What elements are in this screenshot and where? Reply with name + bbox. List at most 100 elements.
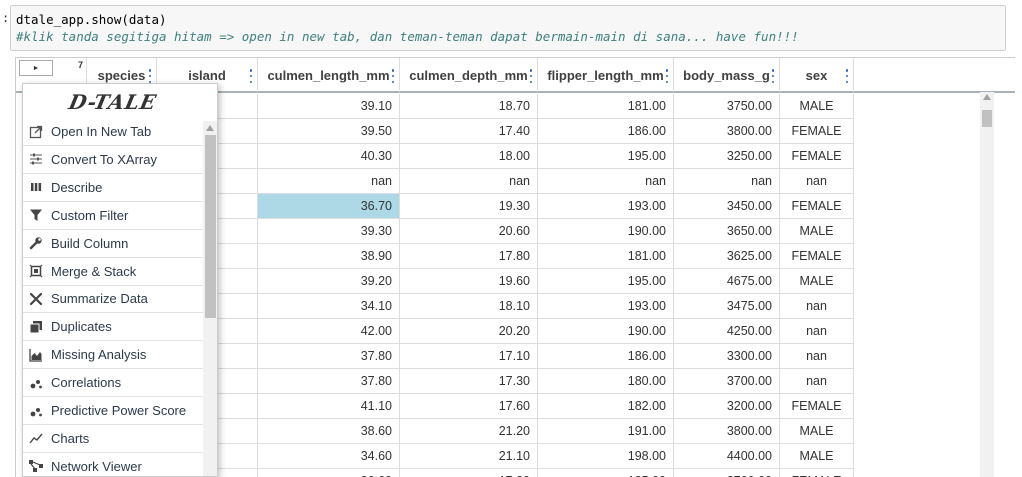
cell-flipper-length-mm[interactable]: 181.00 — [538, 244, 674, 269]
menu-item-missing-analysis[interactable]: Missing Analysis — [23, 341, 203, 370]
column-header-sex[interactable]: sex — [780, 58, 854, 92]
cell-sex[interactable]: FEMALE — [780, 394, 854, 419]
cell-culmen-length-mm[interactable]: 39.50 — [258, 119, 400, 144]
cell-culmen-depth-mm[interactable]: 18.70 — [400, 94, 538, 119]
cell-flipper-length-mm[interactable]: 180.00 — [538, 369, 674, 394]
cell-body-mass-g[interactable]: 3625.00 — [674, 244, 780, 269]
cell-culmen-depth-mm[interactable]: 19.60 — [400, 269, 538, 294]
cell-flipper-length-mm[interactable]: 181.00 — [538, 94, 674, 119]
menu-item-convert-to-xarray[interactable]: Convert To XArray — [23, 146, 203, 174]
menu-item-correlations[interactable]: Correlations — [23, 369, 203, 398]
cell-body-mass-g[interactable]: 3750.00 — [674, 94, 780, 119]
cell-flipper-length-mm[interactable]: 190.00 — [538, 219, 674, 244]
cell-culmen-length-mm[interactable]: 40.30 — [258, 144, 400, 169]
column-header-culmen-length-mm[interactable]: culmen_length_mm — [258, 58, 400, 92]
cell-culmen-length-mm[interactable]: 36.70 — [258, 194, 400, 219]
cell-culmen-depth-mm[interactable]: 19.30 — [400, 194, 538, 219]
cell-flipper-length-mm[interactable]: 182.00 — [538, 394, 674, 419]
cell-sex[interactable]: nan — [780, 294, 854, 319]
cell-sex[interactable]: FEMALE — [780, 244, 854, 269]
cell-body-mass-g[interactable]: 3450.00 — [674, 194, 780, 219]
cell-culmen-depth-mm[interactable]: nan — [400, 169, 538, 194]
cell-culmen-length-mm[interactable]: 42.00 — [258, 319, 400, 344]
column-menu-icon[interactable] — [391, 69, 395, 83]
cell-culmen-length-mm[interactable]: 39.10 — [258, 94, 400, 119]
cell-culmen-depth-mm[interactable]: 20.20 — [400, 319, 538, 344]
cell-flipper-length-mm[interactable]: 198.00 — [538, 444, 674, 469]
cell-sex[interactable]: nan — [780, 369, 854, 394]
cell-sex[interactable]: FEMALE — [780, 144, 854, 169]
menu-item-duplicates[interactable]: Duplicates — [23, 313, 203, 342]
cell-culmen-length-mm[interactable]: 39.30 — [258, 219, 400, 244]
cell-culmen-depth-mm[interactable]: 17.80 — [400, 469, 538, 477]
cell-body-mass-g[interactable]: 3700.00 — [674, 369, 780, 394]
cell-flipper-length-mm[interactable]: 186.00 — [538, 344, 674, 369]
grid-vertical-scrollbar[interactable] — [980, 92, 994, 477]
cell-body-mass-g[interactable]: 4250.00 — [674, 319, 780, 344]
cell-culmen-depth-mm[interactable]: 21.10 — [400, 444, 538, 469]
cell-culmen-depth-mm[interactable]: 18.10 — [400, 294, 538, 319]
cell-flipper-length-mm[interactable]: 195.00 — [538, 269, 674, 294]
menu-toggle-button[interactable]: ► — [19, 60, 53, 76]
cell-body-mass-g[interactable]: 3200.00 — [674, 394, 780, 419]
menu-item-describe[interactable]: Describe — [23, 174, 203, 202]
column-menu-icon[interactable] — [665, 69, 669, 83]
cell-culmen-length-mm[interactable]: 36.60 — [258, 469, 400, 477]
cell-sex[interactable]: MALE — [780, 269, 854, 294]
cell-flipper-length-mm[interactable]: 191.00 — [538, 419, 674, 444]
menu-item-build-column[interactable]: Build Column — [23, 230, 203, 258]
cell-culmen-length-mm[interactable]: 34.60 — [258, 444, 400, 469]
cell-flipper-length-mm[interactable]: 195.00 — [538, 144, 674, 169]
cell-culmen-depth-mm[interactable]: 17.10 — [400, 344, 538, 369]
cell-sex[interactable]: MALE — [780, 219, 854, 244]
cell-body-mass-g[interactable]: 3800.00 — [674, 119, 780, 144]
cell-culmen-depth-mm[interactable]: 17.30 — [400, 369, 538, 394]
column-header-culmen-depth-mm[interactable]: culmen_depth_mm — [400, 58, 538, 92]
cell-sex[interactable]: nan — [780, 344, 854, 369]
cell-culmen-length-mm[interactable]: 39.20 — [258, 269, 400, 294]
menu-item-custom-filter[interactable]: Custom Filter — [23, 202, 203, 230]
cell-sex[interactable]: MALE — [780, 419, 854, 444]
cell-culmen-depth-mm[interactable]: 18.00 — [400, 144, 538, 169]
menu-item-charts[interactable]: Charts — [23, 425, 203, 453]
cell-culmen-length-mm[interactable]: 34.10 — [258, 294, 400, 319]
cell-culmen-length-mm[interactable]: 41.10 — [258, 394, 400, 419]
menu-scroll-thumb[interactable] — [205, 135, 216, 318]
menu-item-network-viewer[interactable]: Network Viewer — [23, 453, 203, 476]
cell-body-mass-g[interactable]: nan — [674, 169, 780, 194]
column-menu-icon[interactable] — [771, 69, 775, 83]
cell-flipper-length-mm[interactable]: 190.00 — [538, 319, 674, 344]
cell-culmen-depth-mm[interactable]: 17.60 — [400, 394, 538, 419]
menu-scroll-up-icon[interactable] — [206, 125, 214, 131]
cell-culmen-depth-mm[interactable]: 21.20 — [400, 419, 538, 444]
cell-culmen-length-mm[interactable]: 38.60 — [258, 419, 400, 444]
cell-culmen-length-mm[interactable]: 38.90 — [258, 244, 400, 269]
cell-body-mass-g[interactable]: 4400.00 — [674, 444, 780, 469]
scroll-thumb[interactable] — [982, 110, 992, 127]
column-header-flipper-length-mm[interactable]: flipper_length_mm — [538, 58, 674, 92]
column-menu-icon[interactable] — [148, 69, 152, 83]
cell-culmen-depth-mm[interactable]: 17.40 — [400, 119, 538, 144]
cell-body-mass-g[interactable]: 3475.00 — [674, 294, 780, 319]
cell-flipper-length-mm[interactable]: 193.00 — [538, 294, 674, 319]
code-cell[interactable]: dtale_app.show(data) #klik tanda segitig… — [10, 5, 1006, 51]
cell-culmen-length-mm[interactable]: 37.80 — [258, 369, 400, 394]
menu-item-merge-stack[interactable]: Merge & Stack — [23, 258, 203, 286]
column-header-body-mass-g[interactable]: body_mass_g — [674, 58, 780, 92]
cell-culmen-depth-mm[interactable]: 20.60 — [400, 219, 538, 244]
cell-body-mass-g[interactable]: 3700.00 — [674, 469, 780, 477]
cell-body-mass-g[interactable]: 4675.00 — [674, 269, 780, 294]
cell-body-mass-g[interactable]: 3250.00 — [674, 144, 780, 169]
menu-item-summarize-data[interactable]: Summarize Data — [23, 285, 203, 314]
cell-sex[interactable]: MALE — [780, 94, 854, 119]
scroll-up-arrow-icon[interactable] — [983, 94, 991, 100]
cell-sex[interactable]: FEMALE — [780, 469, 854, 477]
column-menu-icon[interactable] — [249, 69, 253, 83]
cell-sex[interactable]: MALE — [780, 444, 854, 469]
cell-culmen-length-mm[interactable]: 37.80 — [258, 344, 400, 369]
cell-culmen-depth-mm[interactable]: 17.80 — [400, 244, 538, 269]
cell-sex[interactable]: nan — [780, 319, 854, 344]
cell-flipper-length-mm[interactable]: 186.00 — [538, 119, 674, 144]
menu-scrollbar[interactable] — [203, 121, 217, 476]
cell-sex[interactable]: nan — [780, 169, 854, 194]
